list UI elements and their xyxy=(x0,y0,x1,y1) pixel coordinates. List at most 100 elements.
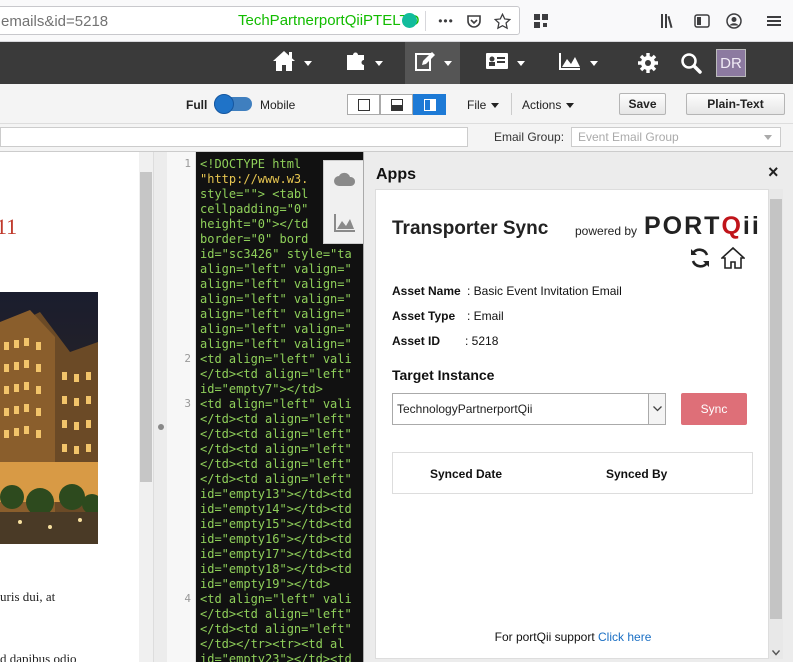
support-link[interactable]: Click here xyxy=(598,630,651,644)
url-text[interactable]: emails&id=5218 xyxy=(1,13,108,30)
code-line[interactable]: align="left" valign=" xyxy=(200,307,366,322)
url-bar[interactable]: emails&id=5218 TechPartnerportQiiPTELTD … xyxy=(0,6,520,35)
pane-splitter[interactable] xyxy=(153,152,167,662)
preview-scrollbar[interactable] xyxy=(139,152,153,662)
code-line[interactable]: </td><td align="left" xyxy=(200,442,366,457)
code-text: id="empty23"></td><td xyxy=(200,652,352,662)
account-icon[interactable] xyxy=(723,10,745,32)
page-actions-icon[interactable]: ••• xyxy=(435,11,457,31)
code-line[interactable]: id="empty16"></td><td xyxy=(200,532,366,547)
file-menu-label[interactable]: File xyxy=(467,98,486,112)
layout-bottom-icon xyxy=(390,98,403,111)
code-line[interactable]: </td><td align="left" xyxy=(200,427,366,442)
layout-split-icon xyxy=(423,98,436,111)
apps-scrollbar-thumb[interactable] xyxy=(770,199,782,619)
cloud-icon[interactable] xyxy=(333,171,357,192)
hamburger-menu-icon[interactable] xyxy=(763,10,785,32)
code-line[interactable]: id="sc3426" style="ta xyxy=(200,247,366,262)
preview-scrollbar-thumb[interactable] xyxy=(140,172,152,482)
close-icon[interactable]: × xyxy=(768,162,779,183)
search-icon[interactable] xyxy=(678,42,704,84)
actions-menu-label[interactable]: Actions xyxy=(522,98,561,112)
nav-editor[interactable] xyxy=(405,42,460,84)
toggle-knob[interactable] xyxy=(214,94,234,114)
view-code-only-button[interactable] xyxy=(347,94,380,115)
scroll-down-icon[interactable] xyxy=(771,643,781,661)
code-line[interactable]: </td><td align="left" xyxy=(200,607,366,622)
code-line[interactable]: </td></tr><tr><td al xyxy=(200,637,366,652)
layout-single-icon xyxy=(357,98,370,111)
code-line[interactable]: </td><td align="left" xyxy=(200,367,366,382)
code-line[interactable]: align="left" valign=" xyxy=(200,322,366,337)
code-line[interactable]: id="empty15"></td><td xyxy=(200,517,366,532)
email-group-select[interactable]: Event Email Group xyxy=(571,127,781,147)
code-line[interactable]: id="empty13"></td><td xyxy=(200,487,366,502)
email-preview-pane[interactable]: 11 uris dui, at d dapibus odio xyxy=(0,152,155,662)
sync-button[interactable]: Sync xyxy=(681,393,747,425)
code-line[interactable]: id="empty17"></td><td xyxy=(200,547,366,562)
code-line[interactable]: id="empty14"></td><td xyxy=(200,502,366,517)
preview-body-text: uris dui, at xyxy=(0,589,56,604)
gear-icon[interactable] xyxy=(634,42,662,84)
code-line[interactable]: align="left" valign=" xyxy=(200,262,366,277)
edit-icon xyxy=(414,50,436,77)
code-line[interactable]: align="left" valign=" xyxy=(200,292,366,307)
library-icon[interactable] xyxy=(658,10,680,32)
actions-menu[interactable]: Actions xyxy=(522,98,575,112)
target-instance-select[interactable]: TechnologyPartnerportQii xyxy=(392,393,666,425)
view-split-button[interactable] xyxy=(413,94,446,115)
chevron-down-icon[interactable] xyxy=(648,394,665,424)
line-number: 1 xyxy=(184,157,191,170)
code-line[interactable]: id="empty23"></td><td xyxy=(200,652,366,662)
nav-home[interactable] xyxy=(262,42,322,84)
site-identity-icon[interactable] xyxy=(402,13,417,28)
code-line[interactable]: align="left" valign=" xyxy=(200,337,366,352)
view-preview-only-button[interactable] xyxy=(380,94,413,115)
chevron-down-icon xyxy=(304,60,312,66)
code-line[interactable]: </td><td align="left" xyxy=(200,457,366,472)
file-menu[interactable]: File xyxy=(467,98,500,112)
refresh-icon[interactable] xyxy=(689,247,711,274)
logo-text: PORT xyxy=(644,212,722,240)
code-line[interactable]: id="empty19"></td> xyxy=(200,577,366,592)
nav-contacts[interactable] xyxy=(475,42,535,84)
code-text: </td><td align="left" xyxy=(200,412,352,426)
extensions-grid-icon[interactable] xyxy=(530,10,552,32)
pocket-icon[interactable] xyxy=(464,11,484,31)
code-text: <!DOCTYPE html xyxy=(200,157,302,171)
site-identity[interactable]: TechPartnerportQiiPTELTD xyxy=(238,12,419,29)
code-line[interactable]: <td align="left" vali xyxy=(200,592,366,607)
apps-scrollbar[interactable] xyxy=(769,189,783,659)
code-text: </td></tr><tr><td al xyxy=(200,637,345,651)
code-line[interactable]: </td><td align="left" xyxy=(200,412,366,427)
plain-text-button[interactable]: Plain-Text xyxy=(686,93,785,115)
code-line[interactable]: id="empty7"></td> xyxy=(200,382,366,397)
support-text: For portQii support xyxy=(494,630,595,644)
save-button[interactable]: Save xyxy=(619,93,666,115)
code-text: id="empty14"></td><td xyxy=(200,502,352,516)
code-text: cellpadding="0" xyxy=(200,202,309,216)
code-line[interactable]: align="left" valign=" xyxy=(200,277,366,292)
home-icon[interactable] xyxy=(719,246,747,275)
chart-icon[interactable] xyxy=(334,213,356,238)
code-line[interactable]: <td align="left" vali xyxy=(200,352,366,367)
avatar[interactable]: DR xyxy=(716,49,746,77)
asset-type-value: : Email xyxy=(467,309,504,323)
nav-analytics[interactable] xyxy=(548,42,608,84)
code-text: id="empty15"></td><td xyxy=(200,517,352,531)
line-number: 2 xyxy=(184,352,191,365)
code-line[interactable]: id="empty18"></td><td xyxy=(200,562,366,577)
full-mobile-toggle[interactable] xyxy=(214,94,252,114)
sidebar-icon[interactable] xyxy=(691,10,713,32)
code-line[interactable]: </td><td align="left" xyxy=(200,622,366,637)
subject-field[interactable] xyxy=(0,127,468,147)
sync-history-table: Synced Date Synced By xyxy=(392,452,753,494)
splitter-handle-icon[interactable] xyxy=(158,424,164,430)
code-line[interactable]: </td><td align="left" xyxy=(200,472,366,487)
bookmark-star-icon[interactable] xyxy=(492,11,512,31)
code-line[interactable]: <td align="left" vali xyxy=(200,397,366,412)
code-text: style=""> <tabl xyxy=(200,187,309,201)
nav-puzzle[interactable] xyxy=(334,42,394,84)
full-label: Full xyxy=(186,98,208,112)
apps-panel: Apps × Transporter Sync powered by PORTQ… xyxy=(363,152,793,662)
